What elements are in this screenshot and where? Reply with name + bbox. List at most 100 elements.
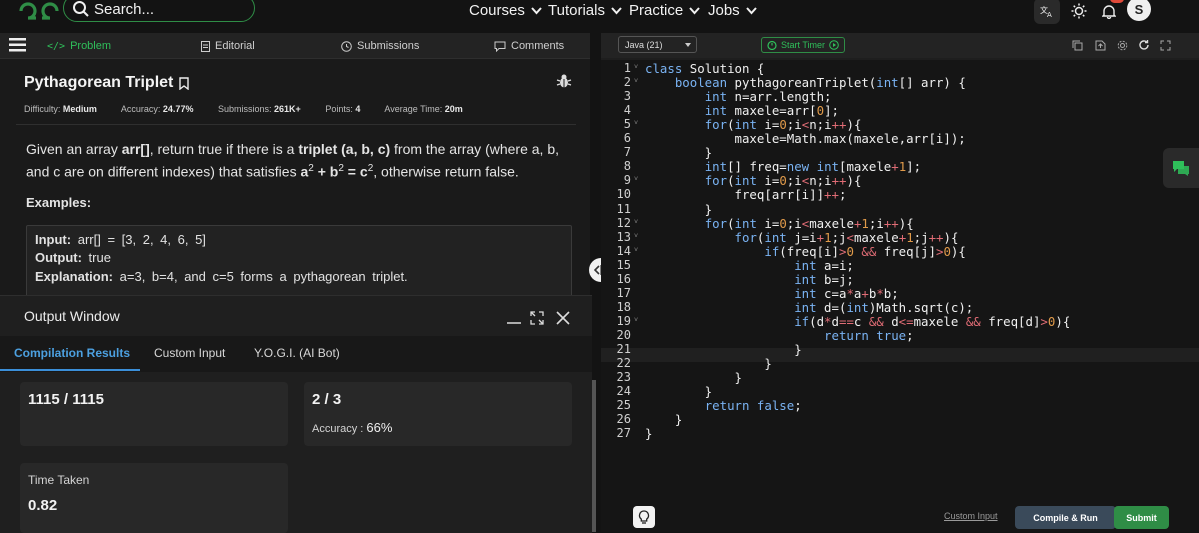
code-line: boolean pythagoreanTriplet(int[] arr) { [645, 75, 966, 90]
nav-courses-label: Courses [469, 2, 525, 19]
nav-courses[interactable]: Courses [469, 2, 542, 19]
code-token: 0 [816, 103, 825, 119]
code-line: } [645, 342, 801, 357]
notifications-button[interactable] [1096, 0, 1122, 24]
code-line: for(int i=0;i<n;i++){ [645, 117, 862, 133]
start-timer-button[interactable]: Start Timer [761, 37, 845, 53]
code-line: if(d*d==c && d<=maxele && freq[d]>0){ [645, 314, 1070, 329]
code-token: } [645, 426, 653, 442]
code-token: d [831, 313, 839, 329]
tab-comments[interactable]: Comments [494, 40, 564, 52]
chevron-down-icon [689, 7, 700, 15]
page-title: Pythagorean Triplet [24, 74, 190, 92]
output-scrollbar[interactable] [592, 380, 596, 532]
tests-passed-card: 1115 / 1115 [20, 382, 288, 446]
time-taken-card: Time Taken 0.82 [20, 463, 288, 533]
meta-avg-time: Average Time: 20m [384, 104, 462, 114]
close-icon[interactable] [556, 311, 570, 325]
code-token: b; [883, 285, 899, 301]
meta-difficulty-label: Difficulty: [24, 104, 61, 114]
code-token: maxele [853, 229, 899, 245]
code-token: maxele [913, 313, 966, 329]
meta-submissions: Submissions: 261K+ [218, 104, 301, 114]
meta-submissions-value: 261K+ [274, 104, 301, 114]
code-token: + [891, 159, 899, 175]
code-editor-panel: Java (21) Start Timer 1 ˅ 2 ˅ 3 4 5 ˅ 6 7 8 9 ˅ 10 11 1… [601, 33, 1199, 532]
copy-icon[interactable] [1072, 40, 1083, 51]
bug-report-icon[interactable] [556, 73, 572, 89]
search-input[interactable]: Search... [63, 0, 255, 22]
code-token: n;i [809, 117, 832, 133]
code-token: 0 [779, 173, 787, 189]
translate-button[interactable]: 文A [1034, 0, 1060, 24]
nav-tutorials[interactable]: Tutorials [548, 2, 622, 19]
code-line: } [645, 356, 771, 371]
example-explanation-label: Explanation: [35, 269, 114, 284]
settings-icon[interactable] [1117, 40, 1128, 51]
code-token: ]; [906, 159, 922, 175]
code-token: ( [727, 173, 735, 189]
tab-submissions[interactable]: Submissions [341, 40, 419, 52]
code-token: && [965, 313, 981, 329]
bell-icon [1102, 4, 1116, 19]
expand-icon[interactable] [530, 311, 544, 325]
code-line: return false; [645, 398, 802, 413]
tab-custom-input[interactable]: Custom Input [154, 346, 225, 360]
desc-text: Given an array [26, 141, 122, 157]
example-input-label: Input: [35, 232, 72, 247]
example-input-value: arr[] = [3, 2, 4, 6, 5] [77, 232, 206, 247]
avatar[interactable]: S [1127, 0, 1151, 21]
code-token: class [645, 61, 683, 76]
fullscreen-icon[interactable] [1160, 40, 1171, 51]
tab-yogi-ai-bot[interactable]: Y.O.G.I. (AI Bot) [254, 346, 340, 360]
chat-button[interactable] [1163, 148, 1199, 188]
attempts-accuracy: Accuracy : 66% [312, 420, 392, 435]
minimize-icon[interactable] [506, 310, 522, 324]
nav-practice[interactable]: Practice [629, 2, 700, 19]
code-token: Solution { [682, 61, 765, 76]
code-token: [maxele [839, 159, 892, 175]
tab-problem[interactable]: </> Problem [47, 40, 111, 52]
tab-compilation-results[interactable]: Compilation Results [14, 346, 130, 360]
code-token: n=arr.length; [727, 89, 832, 105]
chevron-down-icon [531, 7, 542, 15]
language-select[interactable]: Java (21) [618, 36, 697, 53]
nav-practice-label: Practice [629, 2, 684, 19]
hamburger-menu-icon[interactable] [9, 38, 26, 52]
nav-jobs[interactable]: Jobs [708, 2, 757, 19]
code-token: * [876, 285, 884, 301]
gfg-logo[interactable] [18, 0, 60, 22]
code-token: int [764, 229, 787, 245]
upload-file-icon[interactable] [1095, 40, 1106, 51]
code-token: for [704, 173, 728, 189]
code-line: for(int i=0;i<n;i++){ [645, 173, 862, 189]
code-token: ){ [943, 229, 959, 245]
code-token: i= [756, 173, 780, 189]
time-taken-label: Time Taken [28, 473, 90, 487]
example-output-label: Output: [35, 250, 82, 265]
nav-jobs-label: Jobs [708, 2, 740, 19]
code-area[interactable]: 1 ˅ 2 ˅ 3 4 5 ˅ 6 7 8 9 ˅ 10 11 12 ˅ 13 ˅ 14 ˅ 15 16 17 18 19 ˅ 20 2… [601, 60, 1199, 520]
code-token: int [794, 285, 817, 301]
code-token: for [704, 117, 728, 133]
hint-button[interactable] [633, 506, 655, 528]
code-token: false [756, 398, 795, 414]
bookmark-icon[interactable] [179, 76, 190, 90]
theme-toggle-button[interactable] [1066, 0, 1092, 24]
submit-button[interactable]: Submit [1114, 506, 1169, 529]
code-line: for(int i=0;i<maxele+1;i++){ [645, 216, 914, 231]
reset-icon[interactable] [1138, 39, 1150, 51]
code-line: } [645, 384, 712, 399]
editor-footer: Custom Input Compile & Run Submit [601, 500, 1199, 532]
code-token: int [816, 159, 840, 175]
custom-input-link[interactable]: Custom Input [944, 511, 998, 521]
compile-run-button[interactable]: Compile & Run [1015, 506, 1116, 529]
tab-editorial[interactable]: Editorial [201, 40, 255, 52]
